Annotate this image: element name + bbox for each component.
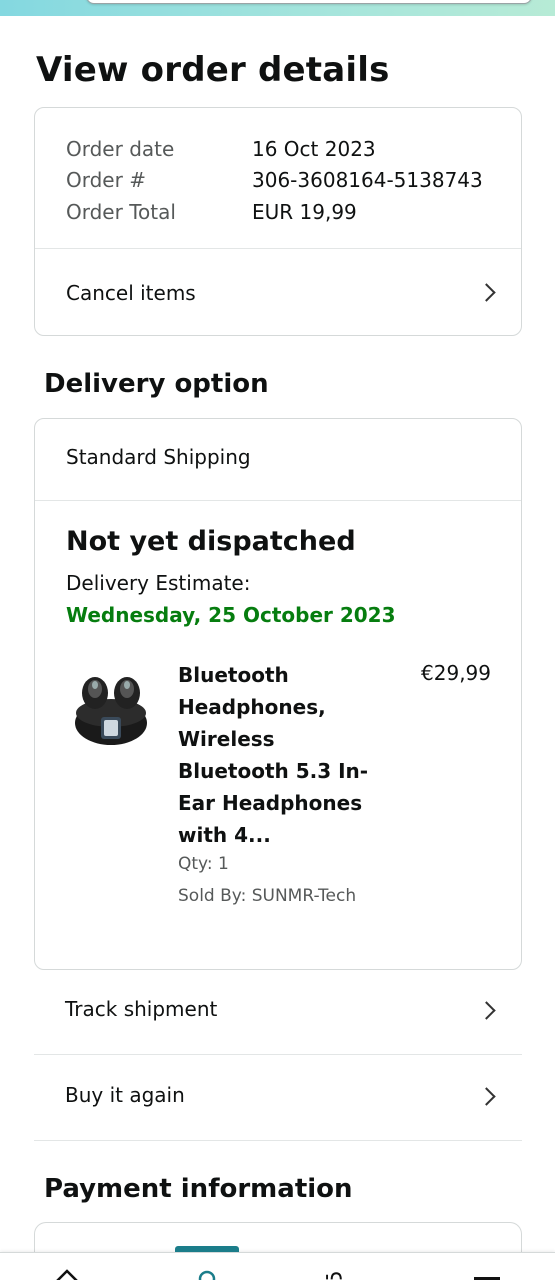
order-total-value: EUR 19,99 <box>252 199 357 224</box>
payment-heading: Payment information <box>44 1174 353 1204</box>
product-image[interactable] <box>73 657 149 751</box>
chevron-right-icon <box>477 1087 496 1106</box>
buy-again-link[interactable]: Buy it again <box>34 1056 522 1141</box>
order-total-row: Order Total EUR 19,99 <box>66 196 483 228</box>
delivery-estimate-date: Wednesday, 25 October 2023 <box>66 603 396 627</box>
order-total-label: Order Total <box>66 199 176 224</box>
cart-icon[interactable] <box>324 1267 350 1280</box>
order-date-value: 16 Oct 2023 <box>252 136 376 161</box>
track-shipment-link[interactable]: Track shipment <box>34 970 522 1055</box>
chevron-right-icon <box>477 283 496 302</box>
shipping-method: Standard Shipping <box>66 445 251 469</box>
divider <box>35 500 521 501</box>
search-bar[interactable] <box>86 0 532 4</box>
product-price: €29,99 <box>421 661 491 685</box>
product-title-link[interactable]: Bluetooth Headphones, Wireless Bluetooth… <box>178 659 388 851</box>
order-date-row: Order date 16 Oct 2023 <box>66 133 483 165</box>
menu-icon[interactable] <box>474 1267 500 1280</box>
profile-icon[interactable] <box>194 1267 220 1280</box>
chevron-right-icon <box>477 1001 496 1020</box>
order-number-row: Order # 306-3608164-5138743 <box>66 165 483 197</box>
product-seller: Sold By: SUNMR-Tech <box>178 886 357 906</box>
delivery-heading: Delivery option <box>44 369 269 399</box>
cancel-items-label: Cancel items <box>66 280 196 305</box>
delivery-estimate-label: Delivery Estimate: <box>66 571 251 595</box>
delivery-card: Standard Shipping Not yet dispatched Del… <box>34 418 522 970</box>
order-number-label: Order # <box>66 168 146 193</box>
order-date-label: Order date <box>66 136 175 161</box>
track-shipment-label: Track shipment <box>65 997 218 1021</box>
home-icon[interactable] <box>54 1267 80 1280</box>
bottom-nav <box>0 1246 555 1280</box>
dispatch-status: Not yet dispatched <box>66 526 356 557</box>
order-summary-grid: Order date 16 Oct 2023 Order # 306-36081… <box>66 133 483 228</box>
cancel-items-link[interactable]: Cancel items <box>35 249 521 336</box>
order-summary-card: Order date 16 Oct 2023 Order # 306-36081… <box>34 107 522 336</box>
product-quantity: Qty: 1 <box>178 854 229 874</box>
order-details-page: View order details Order date 16 Oct 202… <box>0 0 555 1280</box>
buy-again-label: Buy it again <box>65 1083 185 1107</box>
order-number-value: 306-3608164-5138743 <box>252 168 483 193</box>
nav-active-indicator <box>175 1246 239 1252</box>
page-title: View order details <box>36 50 390 90</box>
